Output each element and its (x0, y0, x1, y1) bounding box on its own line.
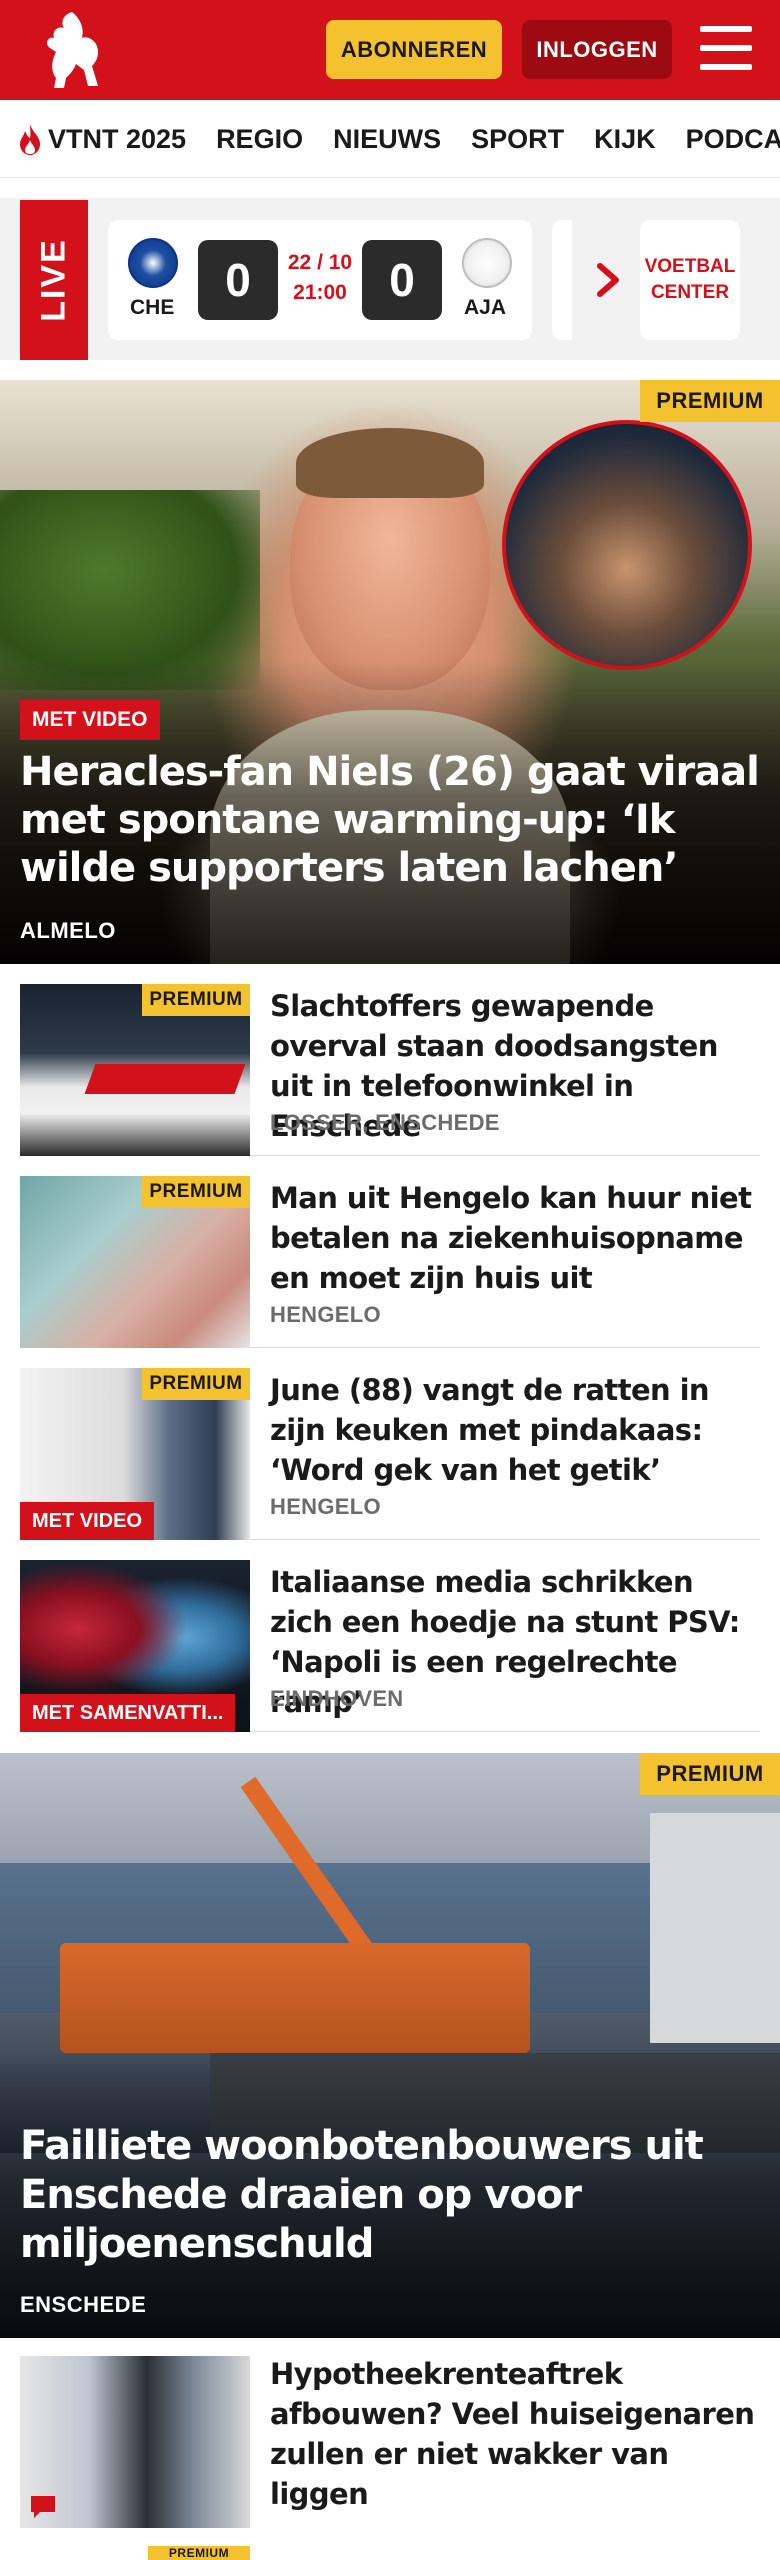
article-thumbnail (20, 2356, 250, 2528)
article-title[interactable]: June (88) vangt de ratten in zijn keuken… (270, 1370, 760, 1490)
hero-title[interactable]: Heracles-fan Niels (26) gaat viraal met … (20, 748, 760, 892)
nav-label: VTNT 2025 (48, 123, 187, 154)
main-navigation: VTNT 2025 REGIO NIEUWS SPORT KIJK PODCAS… (0, 100, 780, 178)
article-thumbnail: PREMIUM MET VIDEO (20, 1368, 250, 1540)
article-location: HENGELO (270, 1494, 381, 1519)
hero-location: ALMELO (20, 918, 116, 943)
chevron-right-icon[interactable] (592, 260, 626, 300)
hero-image-hair (296, 428, 484, 498)
summary-badge: MET SAMENVATTI... (20, 1694, 236, 1732)
match-time: 21:00 (293, 281, 347, 304)
feature-title[interactable]: Failliete woonbotenbouwers uit Enschede … (20, 2122, 760, 2269)
premium-badge: PREMIUM (142, 1176, 250, 1208)
nav-item-kijk[interactable]: KIJK (594, 124, 656, 155)
flame-icon (20, 124, 40, 155)
home-team: CHE (130, 296, 175, 319)
nav-item-sport[interactable]: SPORT (471, 124, 564, 155)
article-thumbnail: PREMIUM (20, 1176, 250, 1348)
nav-item-podcast[interactable]: PODCAST (686, 124, 780, 155)
match-card[interactable]: CHE 0 22 / 10 21:00 0 AJA (108, 220, 532, 340)
feature-image-hall (650, 1813, 780, 2043)
article-title[interactable]: Hypotheekrenteaftrek afbouwen? Veel huis… (270, 2354, 760, 2514)
police-stripe (84, 1064, 246, 1094)
article-location: LOSSER, ENSCHEDE (270, 1110, 500, 1135)
list-item[interactable]: MET SAMENVATTI... Italiaanse media schri… (20, 1540, 760, 1732)
article-location: HENGELO (270, 1302, 381, 1327)
nav-item-regio[interactable]: REGIO (216, 124, 303, 155)
list-item[interactable]: PREMIUM Man uit Hengelo kan huur niet be… (20, 1156, 760, 1348)
subscribe-button[interactable]: ABONNEREN (326, 20, 502, 79)
feature-image-truck (60, 1943, 530, 2053)
premium-badge: PREMIUM (142, 984, 250, 1016)
video-badge: MET VIDEO (20, 1502, 155, 1540)
nav-item-nieuws[interactable]: NIEUWS (333, 124, 441, 155)
live-label: LIVE (20, 200, 88, 360)
hamburger-menu-icon[interactable] (700, 24, 752, 72)
list-item[interactable]: Hypotheekrenteaftrek afbouwen? Veel huis… (20, 2338, 760, 2538)
match-date: 22 / 10 (287, 251, 353, 274)
chelsea-crest-icon (128, 238, 178, 288)
article-thumbnail: MET SAMENVATTI... (20, 1560, 250, 1732)
comment-icon (31, 2496, 55, 2518)
home-score: 0 (198, 240, 278, 320)
premium-badge: PREMIUM (142, 1368, 250, 1400)
hero-inset-image (502, 420, 752, 670)
away-team: AJA (464, 296, 507, 319)
article-location: EINDHOVEN (270, 1686, 404, 1711)
voetbal-center-link[interactable]: VOETBAL CENTER (640, 220, 740, 340)
article-thumbnail: PREMIUM (20, 984, 250, 1156)
premium-badge: PREMIUM (640, 1753, 780, 1795)
voetbal-center-line1: VOETBAL (644, 256, 736, 277)
ajax-crest-icon (462, 238, 512, 288)
voetbal-center-line2: CENTER (650, 282, 730, 303)
next-match-card[interactable] (552, 220, 572, 340)
feature-location: ENSCHEDE (20, 2292, 147, 2317)
top-header: ABONNEREN INLOGGEN (0, 0, 780, 100)
video-badge: MET VIDEO (20, 700, 160, 740)
live-text: LIVE (34, 238, 73, 322)
away-score: 0 (362, 240, 442, 320)
login-button[interactable]: INLOGGEN (522, 20, 672, 79)
article-title[interactable]: Man uit Hengelo kan huur niet betalen na… (270, 1178, 760, 1298)
list-item[interactable]: PREMIUM Slachtoffers gewapende overval s… (20, 964, 760, 1156)
premium-badge: PREMIUM (640, 380, 780, 422)
premium-badge: PREMIUM (148, 2546, 250, 2560)
tubantia-logo-icon[interactable] (34, 8, 106, 92)
list-item[interactable]: PREMIUM MET VIDEO June (88) vangt de rat… (20, 1348, 760, 1540)
nav-item-vtnt-2025[interactable]: VTNT 2025 (16, 122, 186, 156)
